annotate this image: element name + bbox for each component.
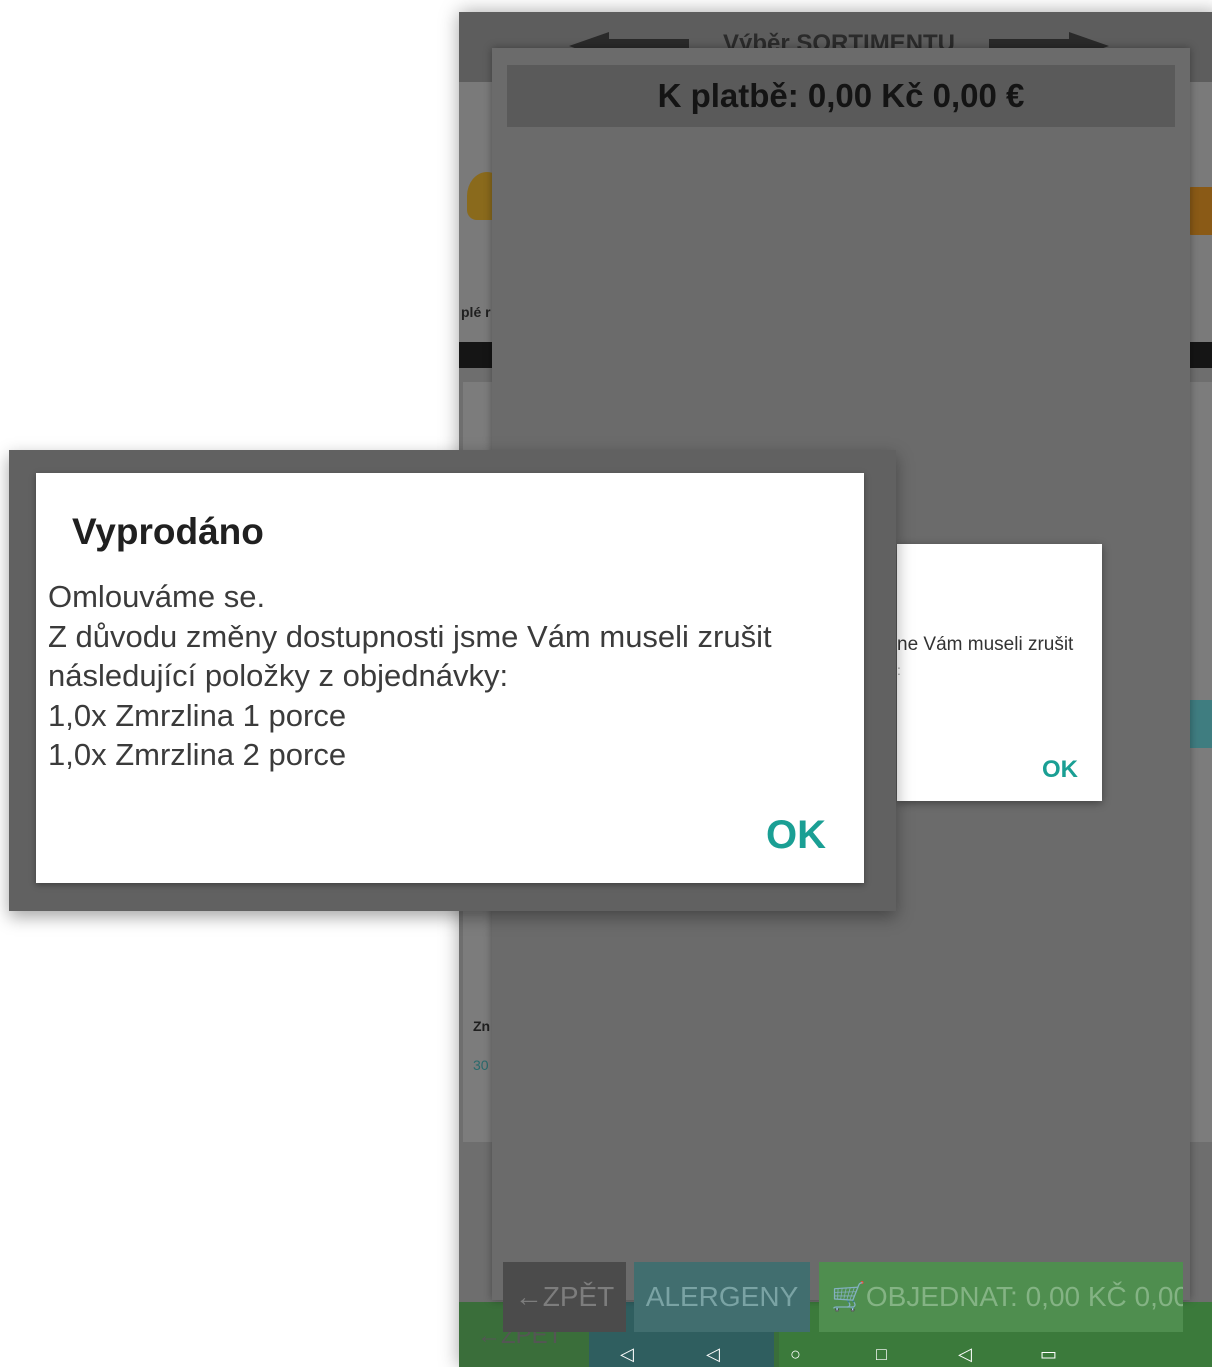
back-icon[interactable]: ◁ [706, 1344, 720, 1364]
item-price: 30 [473, 1057, 489, 1073]
android-nav-bar: ◁ ◁ ○ □ ◁ ▭ [620, 1344, 1080, 1366]
teal-strip [1187, 700, 1212, 748]
dialog-line: Z důvodu změny dostupnosti jsme Vám muse… [48, 618, 772, 654]
category-label: plé r [461, 304, 491, 320]
dialog-line: následující položky z objednávky: [48, 658, 509, 693]
payment-header: K platbě: 0,00 Kč 0,00 € [507, 65, 1175, 127]
home-icon[interactable]: ○ [790, 1344, 801, 1364]
dialog-line: 1,0x Zmrzlina 1 porce [48, 697, 347, 733]
dialog-line: 1,0x Zmrzlina 2 porce [48, 737, 347, 772]
dialog-line: Omlouváme se. [48, 579, 266, 614]
background-dialog: ne Vám museli zrušit : OK [897, 544, 1102, 801]
allergens-button[interactable]: ALERGENY [634, 1262, 810, 1332]
sold-out-dialog: Vyprodáno Omlouváme se. Z důvodu změny d… [36, 473, 864, 883]
background-dialog-ok-button[interactable]: OK [1042, 756, 1078, 784]
dialog-ok-button[interactable]: OK [766, 813, 826, 858]
screenshot-icon[interactable]: ▭ [1040, 1344, 1057, 1364]
background-dialog-text: ne Vám museli zrušit [897, 634, 1074, 655]
dialog-title: Vyprodáno [72, 511, 264, 552]
volume-up-icon[interactable]: ◁ [958, 1344, 972, 1364]
order-button[interactable]: 🛒OBJEDNAT: 0,00 KČ 0,00 € [819, 1262, 1183, 1332]
background-dialog-text-2: : [897, 662, 901, 678]
item-name: Zn [473, 1018, 491, 1034]
recents-icon[interactable]: □ [876, 1344, 887, 1364]
volume-icon[interactable]: ◁ [620, 1344, 634, 1364]
dialog-message: Omlouváme se. Z důvodu změny dostupnosti… [48, 577, 858, 775]
back-button[interactable]: ←ZPĚT [503, 1262, 626, 1332]
